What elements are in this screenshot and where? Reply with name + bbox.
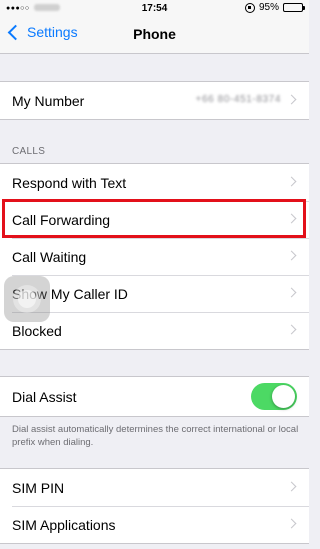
battery-icon	[283, 3, 305, 12]
toggle-knob	[272, 385, 295, 408]
my-number-row[interactable]: My Number +66 80-451-8374	[0, 82, 309, 119]
respond-with-text-row[interactable]: Respond with Text	[0, 164, 309, 201]
chevron-right-icon	[286, 287, 297, 298]
calls-group: Respond with Text Call Forwarding Call W…	[0, 163, 309, 350]
chevron-right-icon	[286, 213, 297, 224]
respond-with-text-label: Respond with Text	[12, 174, 127, 191]
sim-pin-row[interactable]: SIM PIN	[0, 469, 309, 506]
dial-assist-toggle[interactable]	[251, 383, 297, 410]
chevron-right-icon	[286, 481, 297, 492]
page-title: Phone	[133, 26, 176, 42]
assistive-touch-button[interactable]	[4, 276, 50, 322]
call-forwarding-row[interactable]: Call Forwarding	[0, 201, 309, 238]
status-bar: ●●●○○ 17:54 95%	[0, 0, 309, 16]
sim-pin-label: SIM PIN	[12, 479, 65, 496]
sim-applications-label: SIM Applications	[12, 516, 116, 533]
sim-group: SIM PIN SIM Applications	[0, 468, 309, 544]
chevron-right-icon	[286, 324, 297, 335]
blocked-label: Blocked	[12, 322, 62, 339]
call-waiting-row[interactable]: Call Waiting	[0, 238, 309, 275]
dial-assist-label: Dial Assist	[12, 388, 77, 405]
chevron-right-icon	[286, 518, 297, 529]
my-number-value: +66 80-451-8374	[195, 94, 281, 105]
chevron-right-icon	[286, 176, 297, 187]
calls-section-header: CALLS	[12, 146, 46, 157]
dial-assist-group: Dial Assist	[0, 376, 309, 417]
my-number-label: My Number	[12, 92, 85, 109]
navigation-bar: Settings Phone	[0, 16, 309, 54]
assistive-touch-inner-ring	[18, 290, 36, 308]
status-right: 95%	[244, 2, 305, 13]
sim-applications-row[interactable]: SIM Applications	[0, 506, 309, 543]
call-forwarding-label: Call Forwarding	[12, 211, 111, 228]
dial-assist-footer: Dial assist automatically determines the…	[12, 424, 299, 448]
chevron-right-icon	[286, 250, 297, 261]
battery-percent: 95%	[258, 2, 279, 13]
dial-assist-row: Dial Assist	[0, 377, 309, 416]
chevron-right-icon	[286, 94, 297, 105]
rotation-lock-icon	[244, 2, 255, 13]
my-number-group: My Number +66 80-451-8374	[0, 81, 309, 120]
call-waiting-label: Call Waiting	[12, 248, 87, 265]
